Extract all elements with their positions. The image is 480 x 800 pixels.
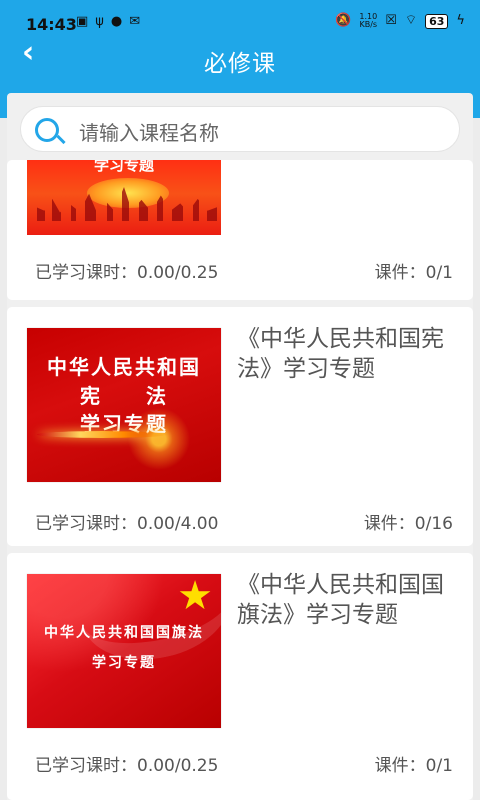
- thumbnail-title-line: 中华人民共和国国旗法: [44, 625, 204, 641]
- courseware-count: 课件：0/16: [363, 514, 453, 534]
- learned-hours: 已学习课时：0.00/4.00: [35, 514, 219, 534]
- mute-icon: 🔕: [335, 13, 352, 28]
- mail-icon: ✉: [129, 14, 141, 29]
- thumbnail-title-line: 学习专题: [92, 655, 156, 671]
- signal-off-icon: ☒: [385, 13, 397, 28]
- check-icon: ●: [110, 14, 123, 29]
- course-thumbnail: 学习专题: [27, 160, 221, 235]
- thumbnail-title: 学习专题: [93, 160, 154, 174]
- search-placeholder: 请输入课程名称: [79, 121, 219, 145]
- learned-hours: 已学习课时：0.00/0.25: [35, 756, 219, 776]
- course-thumbnail: ★ 中华人民共和国国旗法 学习专题: [27, 574, 221, 728]
- courseware-count: 课件：0/1: [374, 263, 453, 283]
- network-speed: 1.10 KB/s: [359, 12, 378, 29]
- course-thumbnail: 中华人民共和国 宪 法 学习专题: [27, 328, 221, 482]
- wifi-icon: ⌔: [404, 13, 418, 28]
- course-title: 《中华人民共和国国旗法》学习专题: [237, 572, 444, 628]
- search-input[interactable]: 请输入课程名称: [20, 106, 460, 152]
- city-skyline-image: [27, 187, 221, 221]
- battery-level: 63: [425, 13, 449, 29]
- thumbnail-title-line: 宪 法: [80, 384, 168, 408]
- course-title: 《中华人民共和国宪法》学习专题: [237, 326, 444, 382]
- thumbnail-title-line: 学习专题: [80, 412, 168, 436]
- charging-icon: ϟ: [456, 13, 465, 28]
- learned-hours: 已学习课时：0.00/0.25: [35, 263, 219, 283]
- course-card[interactable]: ★ 中华人民共和国国旗法 学习专题 《中华人民共和国国旗法》学习专题 已学习课时…: [7, 553, 473, 800]
- status-time: 14:43: [26, 15, 77, 34]
- page-title: 必修课: [204, 51, 276, 77]
- thumbnail-title-line: 中华人民共和国: [47, 355, 201, 379]
- status-notification-icons: ▣ ψ ● ✉: [76, 14, 140, 30]
- star-icon: ★: [177, 574, 213, 619]
- status-system-icons: 🔕 1.10 KB/s ☒ ⌔ 63 ϟ: [335, 13, 465, 29]
- status-bar: 14:43 ▣ ψ ● ✉ 🔕 1.10 KB/s ☒ ⌔ 63 ϟ: [0, 0, 480, 40]
- course-card[interactable]: 中华人民共和国 宪 法 学习专题 《中华人民共和国宪法》学习专题 已学习课时：0…: [7, 307, 473, 546]
- search-icon[interactable]: [35, 118, 59, 142]
- usb-icon: ψ: [95, 14, 104, 29]
- message-icon: ▣: [76, 14, 89, 29]
- course-card[interactable]: 学习专题 已学习课时：0.00/0.25 课件：0/1: [7, 160, 473, 300]
- courseware-count: 课件：0/1: [374, 756, 453, 776]
